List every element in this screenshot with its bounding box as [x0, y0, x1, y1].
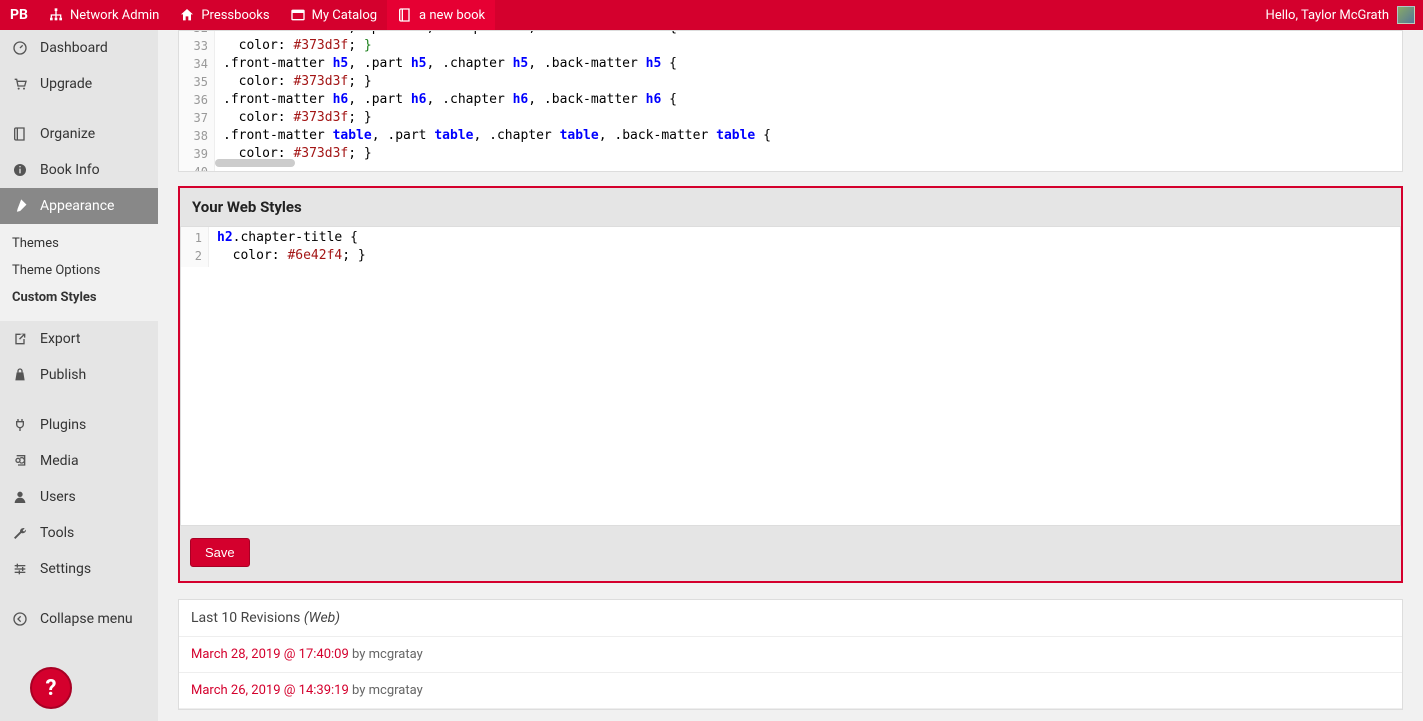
line-gutter: 1 2 [181, 227, 209, 267]
admin-bar: PB Network AdminPressbooksMy Cataloga ne… [0, 0, 1423, 30]
theme-css-viewer[interactable]: 32 33 34 35 36 37 38 39 40 .front-matter… [178, 30, 1403, 172]
pressbooks-logo[interactable]: PB [0, 7, 38, 23]
web-styles-panel: Your Web Styles 1 2 h2.chapter-title { c… [178, 186, 1403, 583]
adminbar-item-pressbooks[interactable]: Pressbooks [169, 0, 279, 30]
revisions-heading: Last 10 Revisions (Web) [179, 600, 1402, 637]
horizontal-scrollbar[interactable] [215, 159, 295, 167]
submenu-themes[interactable]: Themes [0, 230, 158, 257]
catalog-icon [290, 7, 306, 23]
sidebar-item-collapse-menu[interactable]: Collapse menu [0, 601, 158, 637]
sidebar-item-publish[interactable]: Publish [0, 357, 158, 393]
code-lines[interactable]: h2.chapter-title { color: #6e42f4; } [209, 227, 1400, 267]
adminbar-item-network-admin[interactable]: Network Admin [38, 0, 169, 30]
media-icon [10, 451, 30, 471]
info-icon [10, 160, 30, 180]
help-button[interactable]: ? [30, 667, 72, 709]
collapse-icon [10, 609, 30, 629]
home-icon [179, 7, 195, 23]
sidebar-item-book-info[interactable]: Book Info [0, 152, 158, 188]
sidebar-item-plugins[interactable]: Plugins [0, 407, 158, 443]
sidebar-item-tools[interactable]: Tools [0, 515, 158, 551]
wrench-icon [10, 523, 30, 543]
book-icon [10, 124, 30, 144]
custom-css-editor[interactable]: 1 2 h2.chapter-title { color: #6e42f4; } [180, 226, 1401, 526]
panel-title: Your Web Styles [180, 188, 1401, 226]
sitemap-icon [48, 7, 64, 23]
brush-icon [10, 196, 30, 216]
revision-row: March 28, 2019 @ 17:40:09 by mcgratay [179, 637, 1402, 673]
avatar-icon[interactable] [1397, 6, 1415, 24]
sidebar-item-dashboard[interactable]: Dashboard [0, 30, 158, 66]
cart-icon [10, 74, 30, 94]
revision-link[interactable]: March 26, 2019 @ 14:39:19 [191, 683, 349, 698]
export-icon [10, 329, 30, 349]
revisions-panel: Last 10 Revisions (Web) March 28, 2019 @… [178, 599, 1403, 710]
sidebar-item-appearance[interactable]: Appearance [0, 188, 158, 224]
sidebar-item-media[interactable]: Media [0, 443, 158, 479]
line-gutter: 32 33 34 35 36 37 38 39 40 [179, 30, 215, 172]
sidebar-item-upgrade[interactable]: Upgrade [0, 66, 158, 102]
sidebar-item-organize[interactable]: Organize [0, 116, 158, 152]
dashboard-icon [10, 38, 30, 58]
appearance-submenu: ThemesTheme OptionsCustom Styles [0, 224, 158, 321]
sidebar-item-users[interactable]: Users [0, 479, 158, 515]
save-button[interactable]: Save [190, 538, 250, 567]
adminbar-item-a-new-book[interactable]: a new book [387, 0, 495, 30]
greeting-text[interactable]: Hello, Taylor McGrath [1266, 8, 1389, 23]
revision-row: March 26, 2019 @ 14:39:19 by mcgratay [179, 673, 1402, 709]
plug-icon [10, 415, 30, 435]
publish-icon [10, 365, 30, 385]
sidebar-item-export[interactable]: Export [0, 321, 158, 357]
admin-sidebar: DashboardUpgrade OrganizeBook InfoAppeara… [0, 30, 158, 721]
main-content: 32 33 34 35 36 37 38 39 40 .front-matter… [158, 30, 1423, 721]
user-icon [10, 487, 30, 507]
code-lines: .front-matter h4, .part h4, .chapter h4,… [215, 30, 1402, 172]
settings-icon [10, 559, 30, 579]
revision-link[interactable]: March 28, 2019 @ 17:40:09 [191, 647, 349, 662]
sidebar-item-settings[interactable]: Settings [0, 551, 158, 587]
adminbar-item-my-catalog[interactable]: My Catalog [280, 0, 387, 30]
book-icon [397, 7, 413, 23]
submenu-theme-options[interactable]: Theme Options [0, 257, 158, 284]
submenu-custom-styles[interactable]: Custom Styles [0, 284, 158, 311]
